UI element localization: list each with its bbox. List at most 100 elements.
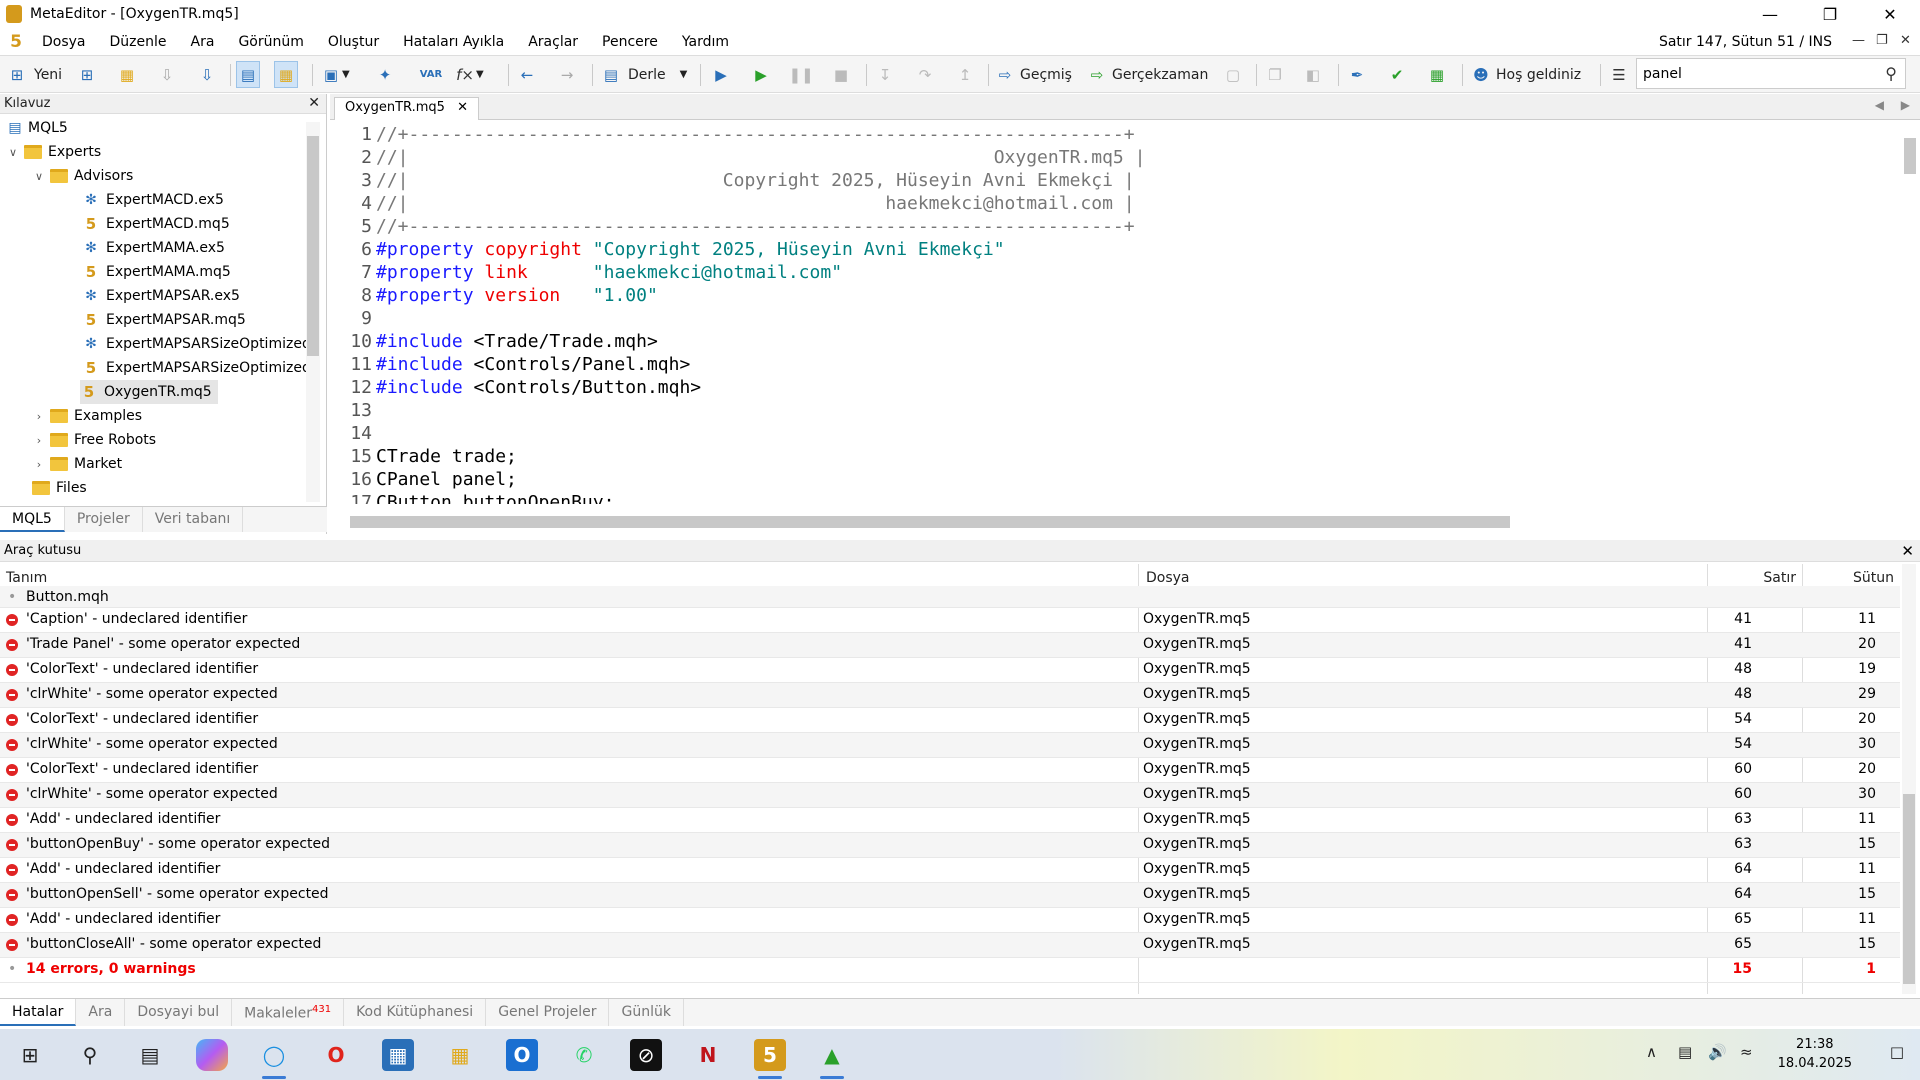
error-row[interactable]: 'buttonOpenBuy' - some operator expected…: [0, 833, 1900, 858]
battery-icon[interactable]: ▤: [1678, 1043, 1692, 1061]
menu-olustur[interactable]: Oluştur: [316, 34, 391, 50]
error-row[interactable]: 'clrWhite' - some operator expected Oxyge…: [0, 783, 1900, 808]
tree-item-file[interactable]: 5 ExpertMAPSAR.mq5: [82, 308, 246, 332]
menu-hatalari-ayikla[interactable]: Hataları Ayıkla: [391, 34, 516, 50]
autocomplete-button[interactable]: ✦: [374, 61, 396, 88]
editor-tab[interactable]: OxygenTR.mq5 ✕: [334, 97, 479, 120]
summary-row[interactable]: • 14 errors, 0 warnings 15 1: [0, 958, 1900, 983]
scrollbar-thumb[interactable]: [1903, 794, 1915, 984]
column-header-dosya[interactable]: Dosya: [1146, 570, 1190, 586]
editor-vertical-scrollbar[interactable]: [1902, 124, 1916, 504]
tab-gunluk[interactable]: Günlük: [609, 999, 684, 1026]
styler-button[interactable]: ✒: [1346, 61, 1368, 88]
error-row[interactable]: 'ColorText' - undeclared identifier Oxyge…: [0, 708, 1900, 733]
tree-item-examples[interactable]: › Examples: [32, 404, 142, 428]
mdi-close-icon[interactable]: ✕: [1900, 33, 1911, 48]
new-button[interactable]: ⊞ Yeni: [6, 61, 62, 88]
windows-start-icon[interactable]: ⊞: [14, 1039, 46, 1071]
chevron-up-icon[interactable]: ∧: [1646, 1043, 1657, 1061]
tab-hatalar[interactable]: Hatalar: [0, 999, 77, 1026]
column-header-satir[interactable]: Satır: [1763, 570, 1796, 586]
ninja-icon[interactable]: N: [692, 1039, 724, 1071]
error-row[interactable]: 'Trade Panel' - some operator expected Ox…: [0, 633, 1900, 658]
notification-icon[interactable]: □: [1890, 1043, 1904, 1061]
tree-item-file[interactable]: 5 ExpertMAMA.mq5: [82, 260, 231, 284]
tree-item-free-robots[interactable]: › Free Robots: [32, 428, 156, 452]
tree-item-file[interactable]: 5 ExpertMACD.mq5: [82, 212, 230, 236]
tree-item-file[interactable]: ✻ ExpertMAPSARSizeOptimized: [82, 332, 311, 356]
error-row[interactable]: 'clrWhite' - some operator expected Oxyge…: [0, 683, 1900, 708]
copilot-icon[interactable]: [196, 1039, 228, 1071]
tree-item-advisors[interactable]: ∨ Advisors: [32, 164, 133, 188]
toolbox-toggle-button[interactable]: ▦: [274, 61, 298, 88]
volume-icon[interactable]: 🔊: [1708, 1043, 1727, 1061]
edge-icon[interactable]: ◯: [258, 1039, 290, 1079]
forward-button[interactable]: →: [556, 61, 578, 88]
mql5-menu-icon[interactable]: 5: [2, 32, 30, 52]
tree-item-file[interactable]: ✻ ExpertMAPSAR.ex5: [82, 284, 240, 308]
task-view-icon[interactable]: ▤: [134, 1039, 166, 1071]
error-row[interactable]: 'Add' - undeclared identifier OxygenTR.mq…: [0, 858, 1900, 883]
tree-item-files[interactable]: Files: [14, 476, 87, 500]
search-input[interactable]: panel ⚲: [1636, 58, 1906, 89]
close-icon[interactable]: ✕: [308, 95, 320, 111]
tree-item-file[interactable]: 5 ExpertMAPSARSizeOptimized: [82, 356, 311, 380]
restore-button[interactable]: ❐: [1800, 0, 1860, 28]
save-all-button[interactable]: ⇩: [196, 61, 218, 88]
tab-projeler[interactable]: Projeler: [65, 507, 143, 532]
tree-item-file-selected[interactable]: 5 OxygenTR.mq5: [80, 380, 218, 404]
step-out-button[interactable]: ↥: [954, 61, 976, 88]
counter-button[interactable]: ▦: [1426, 61, 1448, 88]
metaeditor-icon[interactable]: 5: [754, 1039, 786, 1079]
navigator-toggle-button[interactable]: ▤: [236, 61, 260, 88]
chevron-right-icon[interactable]: ›: [32, 458, 46, 471]
realtime-button[interactable]: ⇨ Gerçekzaman: [1086, 61, 1209, 88]
list-item[interactable]: • Button.mqh: [0, 586, 1900, 608]
minimize-button[interactable]: —: [1740, 0, 1800, 28]
menu-dosya[interactable]: Dosya: [30, 34, 98, 50]
file-explorer-icon[interactable]: ▦: [444, 1039, 476, 1071]
close-tab-icon[interactable]: ✕: [457, 100, 468, 115]
menu-ara[interactable]: Ara: [179, 34, 227, 50]
close-icon[interactable]: ✕: [1901, 542, 1914, 560]
error-row[interactable]: 'buttonOpenSell' - some operator expecte…: [0, 883, 1900, 908]
tab-veri-tabani[interactable]: Veri tabanı: [143, 507, 244, 532]
step-into-button[interactable]: ↧: [874, 61, 896, 88]
welcome-button[interactable]: ☻ Hoş geldiniz: [1470, 61, 1581, 88]
code-area[interactable]: 1//+------------------------------------…: [330, 124, 1900, 504]
open-folder-button[interactable]: ▦: [116, 61, 138, 88]
paste-button[interactable]: ▣ ▼: [320, 61, 350, 88]
tab-scroll-left-icon[interactable]: ◀: [1875, 98, 1884, 112]
tab-makaleler[interactable]: Makaleler431: [232, 999, 345, 1026]
metatrader-icon[interactable]: ▲: [816, 1039, 848, 1079]
editor-horizontal-scrollbar[interactable]: [350, 514, 1880, 528]
functions-button[interactable]: f× ▼: [454, 61, 484, 88]
pause-button[interactable]: ❚❚: [788, 61, 813, 88]
error-row[interactable]: 'ColorText' - undeclared identifier Oxyge…: [0, 758, 1900, 783]
chevron-right-icon[interactable]: ›: [32, 410, 46, 423]
tab-genel-projeler[interactable]: Genel Projeler: [486, 999, 610, 1026]
navigator-scrollbar[interactable]: [306, 122, 320, 502]
menu-yardim[interactable]: Yardım: [670, 34, 741, 50]
error-row[interactable]: 'Add' - undeclared identifier OxygenTR.mq…: [0, 908, 1900, 933]
debug-start-button[interactable]: ▶: [710, 61, 732, 88]
terminal-app-icon[interactable]: ⊘: [630, 1039, 662, 1071]
tab-kod-kutuphanesi[interactable]: Kod Kütüphanesi: [344, 999, 487, 1026]
opera-icon[interactable]: O: [320, 1039, 352, 1071]
tab-dosyayi-bul[interactable]: Dosyayi bul: [125, 999, 233, 1026]
tab-ara[interactable]: Ara: [76, 999, 126, 1026]
chevron-down-icon[interactable]: ∨: [32, 170, 46, 183]
compile-button[interactable]: ▤ Derle ▼: [600, 61, 687, 88]
chevron-down-icon[interactable]: ∨: [6, 146, 20, 159]
check-button[interactable]: ✔: [1386, 61, 1408, 88]
tree-item-file[interactable]: ✻ ExpertMAMA.ex5: [82, 236, 225, 260]
store-icon[interactable]: ▦: [382, 1039, 414, 1071]
error-row[interactable]: 'ColorText' - undeclared identifier Oxyge…: [0, 658, 1900, 683]
scrollbar-thumb[interactable]: [350, 516, 1510, 528]
column-header-tanim[interactable]: Tanım: [6, 570, 47, 586]
error-row[interactable]: 'clrWhite' - some operator expected Oxyge…: [0, 733, 1900, 758]
tree-item-experts[interactable]: ∨ Experts: [6, 140, 101, 164]
tree-item-market[interactable]: › Market: [32, 452, 122, 476]
step-over-button[interactable]: ↷: [914, 61, 936, 88]
tab-mql5[interactable]: MQL5: [0, 507, 65, 532]
